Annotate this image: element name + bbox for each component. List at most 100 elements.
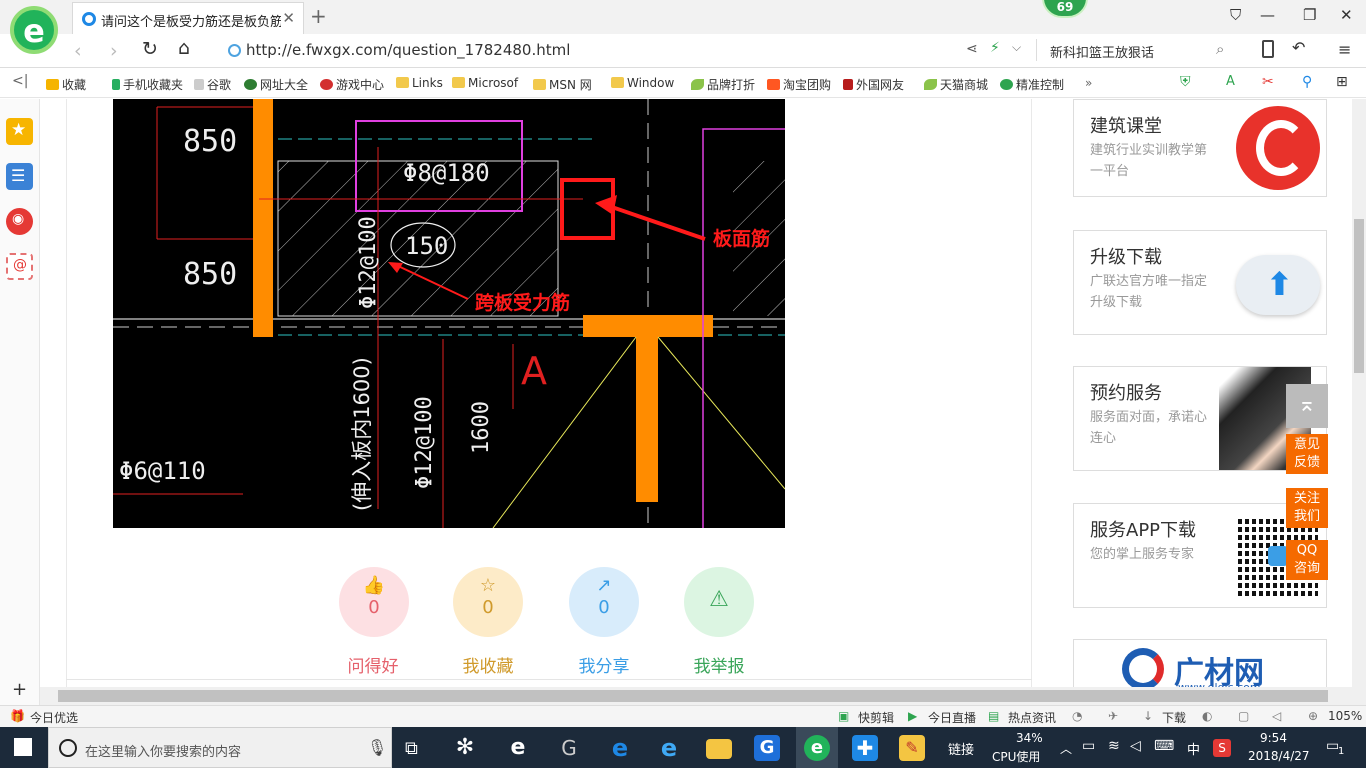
app-plus-icon[interactable]: ✚ [852, 735, 878, 761]
bookmark-folder[interactable]: Microsof [452, 76, 518, 90]
tab-close-icon[interactable]: ✕ [282, 9, 295, 27]
tray-chevron-icon[interactable]: ︿ [1060, 740, 1072, 757]
feedback-button[interactable]: 意见 反馈 [1286, 434, 1328, 474]
vertical-scrollbar[interactable] [1352, 99, 1366, 705]
like-button[interactable]: 👍 0 [339, 567, 409, 637]
share-icon[interactable]: ⋖ [966, 41, 978, 57]
report-label[interactable]: 我举报 [669, 652, 769, 677]
report-button[interactable]: ⚠ [684, 567, 754, 637]
restore-button[interactable]: ❐ [1303, 6, 1316, 24]
zoom-icon[interactable]: ⊕ [1308, 709, 1318, 723]
share-button[interactable]: ↗ 0 [569, 567, 639, 637]
mobile-icon[interactable] [1262, 40, 1274, 58]
bookmark-item[interactable]: 淘宝团购 [767, 76, 831, 93]
like-label[interactable]: 问得好 [323, 652, 423, 677]
bookmark-item[interactable]: 外国网友 [843, 76, 904, 93]
ime-indicator[interactable]: 中 [1187, 739, 1200, 758]
bookmark-item[interactable]: 网址大全 [244, 76, 308, 93]
clean-icon[interactable]: ◐ [1202, 709, 1212, 723]
browser-taskbar-icon[interactable]: e [804, 735, 830, 761]
qq-consult-button[interactable]: QQ 咨询 [1286, 540, 1328, 580]
chevron-down-icon[interactable]: ⌵ [1012, 40, 1021, 55]
scissors-icon[interactable]: ✂ [1262, 74, 1274, 90]
bookmark-item[interactable]: 品牌打折 [691, 76, 755, 93]
card-upgrade[interactable]: 升级下载 广联达官方唯一指定升级下载 ⬆ [1073, 230, 1327, 335]
add-panel-icon[interactable]: + [12, 679, 27, 700]
bookmark-item[interactable]: 精准控制 [1000, 76, 1064, 93]
edge-icon[interactable]: e [505, 735, 531, 761]
reader-icon[interactable]: ☰ [6, 163, 33, 190]
tab-active[interactable]: 请问这个是板受力筋还是板负筋_ ✕ [72, 2, 304, 34]
follow-button[interactable]: 关注 我们 [1286, 488, 1328, 528]
share-label[interactable]: 我分享 [554, 652, 654, 677]
app-g-icon[interactable]: G [556, 735, 582, 761]
card-course[interactable]: 建筑课堂 建筑行业实训教学第一平台 [1073, 99, 1327, 197]
glodon-app-icon[interactable]: G [754, 735, 780, 761]
apps-grid-icon[interactable]: ⊞ [1336, 74, 1348, 90]
undo-icon[interactable]: ↶ [1292, 38, 1305, 57]
minimize-button[interactable]: — [1260, 6, 1275, 24]
shirt-icon[interactable]: ⛉ [1230, 6, 1241, 24]
taskbar-search[interactable]: 在这里输入你要搜索的内容 🎙 [48, 727, 392, 768]
bookmark-folder[interactable]: Links [396, 76, 443, 90]
clock-time[interactable]: 9:54 [1260, 731, 1287, 745]
battery-icon[interactable]: ▭ [1082, 738, 1095, 754]
favorites-star-icon[interactable]: ★ [6, 118, 33, 145]
bookmark-item[interactable]: 天猫商城 [924, 76, 988, 93]
notepad-icon[interactable]: ✎ [899, 735, 925, 761]
status-item[interactable]: 今日直播 [928, 709, 976, 726]
collect-label[interactable]: 我收藏 [438, 652, 538, 677]
pin-icon[interactable]: ✈ [1108, 709, 1118, 723]
mail-icon[interactable]: @ [6, 253, 33, 280]
bookmark-item[interactable]: 收藏 [46, 76, 86, 93]
collect-button[interactable]: ☆ 0 [453, 567, 523, 637]
internet-explorer-icon[interactable]: e [656, 735, 682, 761]
today-pick[interactable]: 今日优选 [30, 709, 78, 726]
translate-icon[interactable]: A [1226, 74, 1235, 89]
bookmark-item[interactable]: 游戏中心 [320, 76, 384, 93]
search-input[interactable]: 新科扣篮王放狠话 [1050, 42, 1154, 61]
weibo-icon[interactable]: ◉ [6, 208, 33, 235]
reload-icon[interactable]: ↻ [142, 38, 158, 60]
status-item[interactable]: 热点资讯 [1008, 709, 1056, 726]
scroll-thumb[interactable] [58, 690, 1328, 702]
file-explorer-icon[interactable] [706, 739, 732, 759]
question-image[interactable]: 850 850 Φ8@180 150 Φ12@100 板面筋 跨板受力筋 A Φ… [113, 99, 785, 528]
scroll-thumb[interactable] [1354, 219, 1364, 373]
speed-icon[interactable]: ◔ [1072, 709, 1082, 723]
new-tab-button[interactable]: + [310, 4, 327, 28]
microphone-icon[interactable]: 🎙 [367, 738, 387, 757]
tray-link[interactable]: 链接 [948, 739, 974, 758]
status-item[interactable]: 下载 [1162, 709, 1186, 726]
bookmark-item[interactable]: 手机收藏夹 [112, 76, 183, 93]
fan-icon[interactable]: ✻ [452, 735, 478, 761]
forward-icon[interactable]: › [110, 40, 118, 62]
window-icon[interactable]: ▢ [1238, 709, 1249, 723]
close-window-button[interactable]: ✕ [1340, 6, 1353, 24]
menu-icon[interactable]: ≡ [1338, 40, 1351, 59]
magnifier-icon[interactable]: ⚲ [1302, 74, 1312, 90]
zoom-level[interactable]: 105% [1328, 709, 1362, 723]
back-icon[interactable]: ‹ [74, 40, 82, 62]
lightning-icon[interactable]: ⚡ [990, 40, 1000, 56]
status-item[interactable]: 快剪辑 [858, 709, 894, 726]
bookmark-folder[interactable]: Window [611, 76, 674, 90]
horizontal-scrollbar[interactable] [40, 687, 1352, 705]
home-icon[interactable]: ⌂ [178, 37, 190, 59]
task-view-icon[interactable]: ⧉ [405, 738, 418, 759]
browser-logo-icon[interactable]: e [10, 6, 58, 54]
windows-start-icon[interactable] [14, 738, 32, 756]
search-icon[interactable]: ⌕ [1216, 40, 1224, 58]
keyboard-icon[interactable]: ⌨ [1154, 738, 1174, 754]
clock-date[interactable]: 2018/4/27 [1248, 749, 1310, 763]
sidebar-toggle-icon[interactable]: <| [12, 73, 28, 89]
shield-icon[interactable]: ⛨ [1180, 74, 1191, 90]
wifi-icon[interactable]: ≋ [1108, 738, 1120, 754]
more-bookmarks-icon[interactable]: » [1085, 76, 1092, 90]
bookmark-item[interactable]: 谷歌 [194, 76, 231, 93]
url-input[interactable]: http://e.fwxgx.com/question_1782480.html [246, 41, 570, 59]
ie-blue-icon[interactable]: e [607, 735, 633, 761]
bookmark-folder[interactable]: MSN 网 [533, 76, 592, 93]
speaker-icon[interactable]: ◁ [1130, 738, 1141, 754]
antivirus-icon[interactable]: S [1213, 739, 1231, 757]
